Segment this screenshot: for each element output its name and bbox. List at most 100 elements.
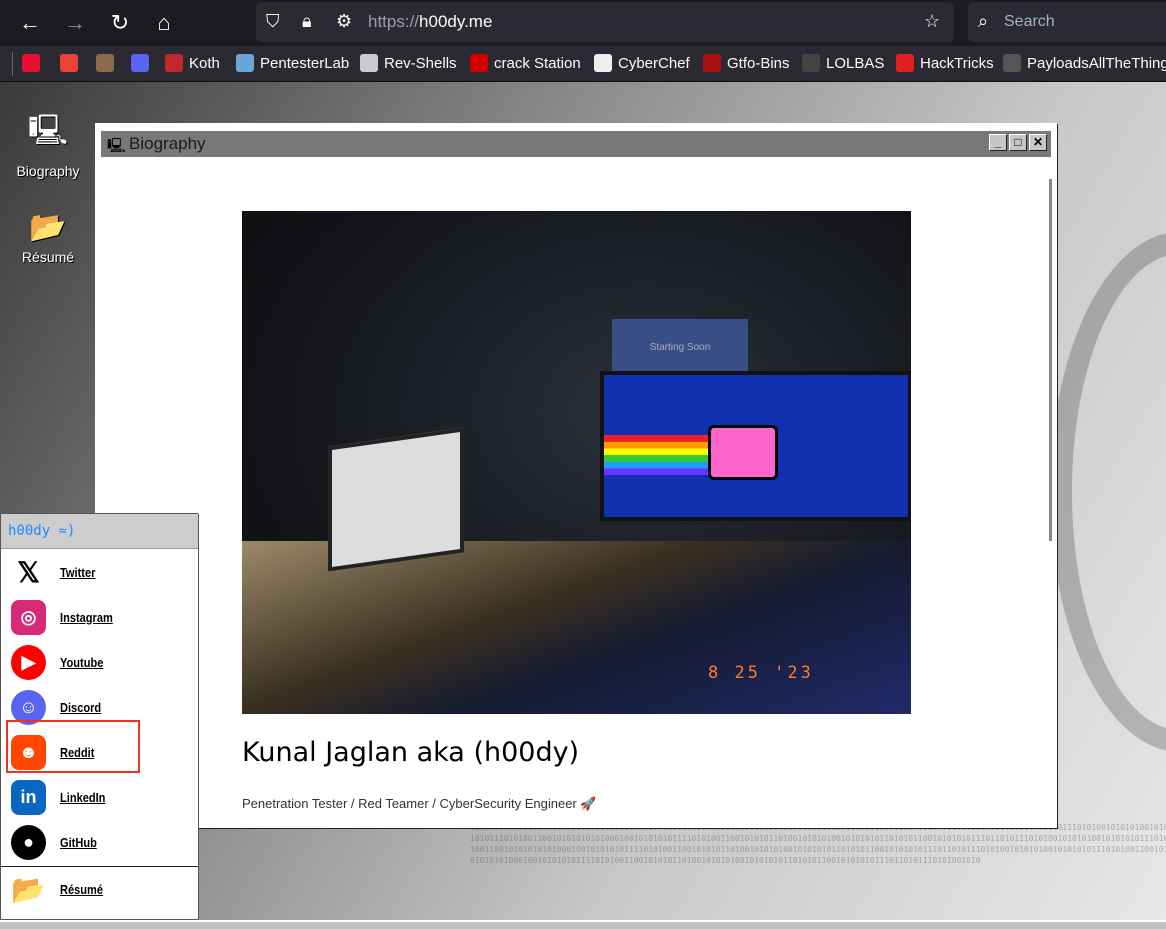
highlight-box: [6, 720, 140, 773]
start-item-linkedin[interactable]: in LinkedIn: [11, 777, 113, 817]
bookmark-favicon-icon: [131, 54, 149, 72]
computer-icon: 🖳: [107, 137, 126, 153]
start-item-label: GitHub: [60, 834, 97, 850]
bookmark-item[interactable]: Koth: [165, 54, 220, 72]
maximize-button[interactable]: □: [1009, 134, 1027, 151]
instagram-icon: ◎: [11, 599, 46, 635]
permissions-icon[interactable]: ⚙: [336, 11, 352, 32]
profile-photo: Starting Soon 8 25 '23: [242, 211, 911, 714]
start-item-label: Instagram: [60, 609, 113, 625]
forward-icon[interactable]: →: [60, 8, 90, 38]
url-bar[interactable]: ⛉ 🔒︎ ⚙ https://h00dy.me ☆: [256, 2, 954, 42]
reload-icon[interactable]: ↻: [105, 8, 135, 38]
bookmark-item[interactable]: [96, 54, 114, 72]
projector-screen: Starting Soon: [612, 319, 748, 377]
bookmarks-bar: Koth PentesterLab Rev-Shells crack Station C…: [0, 46, 1166, 82]
search-icon: ⌕: [978, 11, 989, 31]
bookmark-item[interactable]: crack Station: [470, 54, 581, 72]
bookmark-label: Rev-Shells: [384, 54, 457, 72]
background-binary-pattern: 0101001010101011101010011001010101010100…: [470, 823, 1166, 865]
desktop-icon-label: Biography: [16, 163, 80, 179]
bookmark-label: CyberChef: [618, 54, 690, 72]
github-icon: ●: [11, 824, 46, 860]
bookmark-favicon-icon: [60, 54, 78, 72]
start-menu: h00dy ≈) 𝕏 Twitter ◎ Instagram ▶ Youtube ☺ Disc…: [0, 513, 199, 920]
start-item-label: Résumé: [60, 881, 103, 897]
bookmark-favicon-icon: [594, 54, 612, 72]
bookmark-favicon-icon: [22, 54, 40, 72]
linkedin-icon: in: [11, 779, 46, 815]
url-text[interactable]: https://h00dy.me: [368, 12, 492, 32]
bookmark-favicon-icon: [1003, 54, 1021, 72]
start-menu-divider: [1, 866, 198, 867]
bookmark-favicon-icon: [802, 54, 820, 72]
youtube-icon: ▶: [11, 644, 46, 680]
bookmark-favicon-icon: [703, 54, 721, 72]
back-icon[interactable]: ←: [15, 8, 45, 38]
photo-date-stamp: 8 25 '23: [708, 663, 814, 683]
photo-laptop-left: [328, 427, 464, 572]
bookmark-item[interactable]: CyberChef: [594, 54, 690, 72]
bookmark-favicon-icon: [96, 54, 114, 72]
bookmark-item[interactable]: PentesterLab: [236, 54, 349, 72]
close-button[interactable]: ✕: [1029, 134, 1047, 151]
url-host: h00dy.me: [419, 12, 493, 31]
bookmark-item[interactable]: [22, 54, 40, 72]
bookmark-item[interactable]: [131, 54, 149, 72]
bookmark-favicon-icon: [896, 54, 914, 72]
bookmark-item[interactable]: HackTricks: [896, 54, 994, 72]
start-item-label: Discord: [60, 699, 102, 715]
desktop-icon-label: Résumé: [21, 249, 75, 265]
url-scheme: https://: [368, 12, 420, 31]
start-item-instagram[interactable]: ◎ Instagram: [11, 597, 122, 637]
bookmark-favicon-icon: [470, 54, 488, 72]
computer-icon: 🖳: [27, 114, 69, 147]
start-item-label: Youtube: [60, 654, 104, 670]
desktop-icon-resume[interactable]: 📂 Résumé: [13, 210, 83, 265]
bookmark-label: PayloadsAllTheThings: [1027, 54, 1166, 72]
scrollbar[interactable]: [1049, 179, 1052, 541]
bookmark-item[interactable]: PayloadsAllTheThings: [1003, 54, 1166, 72]
profile-heading: Kunal Jaglan aka (h00dy): [242, 737, 580, 768]
search-bar[interactable]: ⌕ Search: [968, 2, 1166, 42]
bookmark-favicon-icon: [165, 54, 183, 72]
bookmark-label: LOLBAS: [826, 54, 885, 72]
home-icon[interactable]: ⌂: [149, 8, 179, 38]
desktop-icon-biography[interactable]: 🖳 Biography: [13, 108, 83, 179]
bookmark-label: crack Station: [494, 54, 581, 72]
folder-icon: 📂: [29, 211, 67, 244]
bookmark-item[interactable]: LOLBAS: [802, 54, 884, 72]
profile-subtitle: Penetration Tester / Red Teamer / CyberS…: [242, 796, 597, 811]
bookmark-favicon-icon: [360, 54, 378, 72]
background-globe: [1050, 232, 1166, 752]
folder-icon: 📂: [11, 873, 46, 905]
start-menu-header: h00dy ≈): [1, 514, 198, 549]
taskbar: [0, 920, 1166, 929]
search-placeholder: Search: [1004, 13, 1055, 30]
browser-toolbar: ← → ↻ ⌂ ⛉ 🔒︎ ⚙ https://h00dy.me ☆ ⌕ Sear…: [0, 0, 1166, 46]
minimize-button[interactable]: _: [989, 134, 1007, 151]
bookmark-label: PentesterLab: [260, 54, 350, 72]
bookmark-label: HackTricks: [920, 54, 994, 72]
bookmark-item[interactable]: Rev-Shells: [360, 54, 457, 72]
bookmark-favicon-icon: [236, 54, 254, 72]
biography-window: 🖳 Biography _ □ ✕ Starting Soon 8 25 '23…: [95, 123, 1057, 828]
window-titlebar[interactable]: 🖳 Biography _ □ ✕: [101, 131, 1051, 157]
bookmark-label: Gtfo-Bins: [727, 54, 790, 72]
start-item-label: LinkedIn: [60, 789, 106, 805]
start-item-label: Twitter: [60, 564, 96, 580]
shield-icon[interactable]: ⛉: [266, 11, 280, 32]
bookmark-label: Koth: [189, 54, 220, 72]
photo-laptop-screen: [600, 371, 911, 521]
start-item-youtube[interactable]: ▶ Youtube: [11, 642, 111, 682]
start-item-twitter[interactable]: 𝕏 Twitter: [11, 552, 102, 592]
bookmark-item[interactable]: Gtfo-Bins: [703, 54, 790, 72]
lock-icon[interactable]: 🔒︎: [302, 11, 312, 32]
window-title: Biography: [129, 134, 206, 153]
bookmarks-divider: [12, 52, 13, 76]
start-item-resume[interactable]: 📂 Résumé: [11, 869, 111, 909]
twitter-icon: 𝕏: [11, 554, 46, 590]
start-item-github[interactable]: ● GitHub: [11, 822, 103, 862]
bookmark-item[interactable]: [60, 54, 78, 72]
bookmark-star-icon[interactable]: ☆: [924, 11, 940, 32]
